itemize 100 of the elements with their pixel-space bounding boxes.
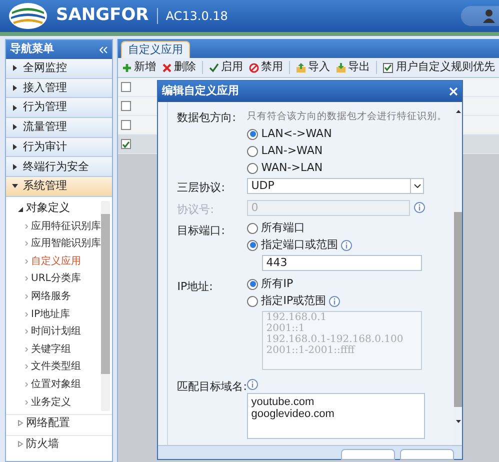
dialog-title: 编辑自定义应用: [162, 83, 240, 100]
field-label: IP地址:: [177, 279, 214, 296]
nav-section[interactable]: 终端行为安全: [6, 157, 112, 178]
nav-section[interactable]: 系统管理: [6, 177, 112, 197]
scrollbar-thumb[interactable]: [101, 214, 110, 374]
info-icon: [341, 240, 352, 251]
chevron-right-icon: [25, 329, 28, 334]
chevron-down-icon: [414, 184, 421, 188]
select-field[interactable]: UDP: [247, 178, 424, 194]
caret-down-icon: [18, 206, 23, 212]
chevron-right-icon: [25, 382, 28, 388]
field-label: 数据包方向:: [177, 110, 237, 126]
info-icon: [247, 379, 258, 390]
tab[interactable]: 自定义应用: [121, 41, 190, 58]
check-icon: [384, 64, 392, 71]
toolbar-button[interactable]: 导入: [296, 59, 330, 76]
field-label: 匹配目标域名:: [177, 379, 248, 396]
scroll-up-icon[interactable]: [456, 110, 462, 113]
radio-button[interactable]: [247, 162, 258, 174]
chevron-right-icon: [25, 364, 28, 370]
user-icon: [483, 9, 495, 23]
radio-button[interactable]: [247, 128, 258, 140]
radio-label: 指定端口或范围: [261, 237, 338, 253]
chevron-right-icon: [25, 241, 28, 246]
radio-button[interactable]: [247, 240, 258, 251]
checkbox-label: 用户自定义规则优先: [396, 59, 495, 76]
tree-node[interactable]: 对象定义: [6, 200, 112, 218]
chevron-right-icon: [25, 346, 28, 352]
tree-item[interactable]: 应用特征识别库: [6, 217, 111, 235]
nav-section[interactable]: 行为管理: [6, 98, 112, 118]
info-icon: [414, 202, 426, 214]
toolbar-button[interactable]: 删除: [162, 59, 196, 76]
forbidden-icon: [249, 62, 259, 72]
tree-item[interactable]: 位置对象组: [6, 376, 111, 394]
input-field[interactable]: 443: [262, 255, 422, 272]
domain-textarea[interactable]: youtube.com googlevideo.com: [247, 393, 426, 440]
folder-arrow-icon: [296, 62, 306, 72]
tree-item[interactable]: 时间计划组: [6, 322, 111, 341]
radio-button[interactable]: [247, 146, 258, 157]
brand-name: SANGFOR: [56, 4, 149, 28]
toolbar-button[interactable]: 启用: [209, 59, 243, 76]
tree-node[interactable]: 网络配置: [6, 414, 112, 432]
toolbar-button[interactable]: 导出: [336, 59, 370, 76]
field-label: 三层协议:: [177, 180, 226, 196]
tree-item[interactable]: 业务定义: [6, 393, 111, 411]
chevron-right-icon: [25, 224, 28, 229]
caret-right-icon: [12, 104, 18, 111]
tree-item[interactable]: URL分类库: [6, 270, 111, 288]
version-label: AC13.0.18: [166, 8, 228, 25]
caret-right-icon: [18, 420, 23, 426]
nav-section[interactable]: 流量管理: [6, 118, 112, 138]
scroll-down-icon[interactable]: [456, 420, 462, 423]
nav-section[interactable]: 接入管理: [6, 78, 112, 98]
user-button[interactable]: [461, 6, 499, 26]
caret-right-icon: [12, 164, 18, 170]
chevron-right-icon: [25, 400, 28, 405]
tree-node[interactable]: 防火墙: [6, 434, 112, 452]
check-icon: [122, 140, 130, 148]
caret-right-icon: [12, 65, 18, 72]
chevron-right-icon: [25, 312, 28, 317]
tree-item[interactable]: 自定义应用: [6, 252, 111, 270]
scrollbar[interactable]: [101, 200, 110, 411]
toolbar-button[interactable]: 禁用: [249, 59, 283, 76]
radio-label: LAN<->WAN: [261, 126, 332, 142]
row-checkbox[interactable]: [121, 82, 131, 92]
radio-label: 所有端口: [261, 220, 306, 236]
tree-item[interactable]: 文件类型组: [6, 358, 111, 376]
row-checkbox[interactable]: [121, 101, 131, 111]
radio-label: 指定IP或范围: [261, 293, 326, 309]
tree-item[interactable]: 关键字组: [6, 340, 111, 358]
input-field: 0: [247, 200, 410, 216]
caret-right-icon: [12, 85, 18, 92]
tree-item[interactable]: IP地址库: [6, 305, 111, 323]
row-checkbox[interactable]: [121, 120, 131, 130]
radio-button[interactable]: [247, 278, 258, 290]
folder-arrow-icon: [336, 62, 346, 72]
scrollbar-thumb[interactable]: [454, 212, 462, 407]
caret-right-icon: [12, 124, 18, 130]
radio-button[interactable]: [247, 296, 258, 307]
checkbox[interactable]: [383, 62, 393, 72]
toolbar-button[interactable]: 新增: [122, 59, 156, 76]
info-icon: [329, 296, 340, 307]
radio-button[interactable]: [247, 222, 258, 234]
close-icon[interactable]: [449, 87, 458, 96]
nav-section[interactable]: 行为审计: [6, 138, 112, 158]
chevron-right-icon: [25, 294, 28, 300]
collapse-icon[interactable]: [98, 46, 108, 54]
nav-section[interactable]: 全网监控: [6, 59, 112, 79]
caret-right-icon: [12, 144, 18, 150]
cross-icon: [162, 62, 172, 72]
scrollbar[interactable]: [453, 102, 460, 445]
check-icon: [209, 62, 219, 72]
caret-down-icon: [12, 183, 18, 190]
radio-label: LAN->WAN: [261, 143, 323, 159]
tree-item[interactable]: 网络服务: [6, 288, 111, 306]
tree-item[interactable]: 应用智能识别库: [6, 235, 111, 253]
row-checkbox[interactable]: [121, 139, 131, 149]
chevron-right-icon: [25, 276, 28, 282]
radio-label: WAN->LAN: [261, 160, 323, 176]
chevron-right-icon: [25, 258, 28, 264]
